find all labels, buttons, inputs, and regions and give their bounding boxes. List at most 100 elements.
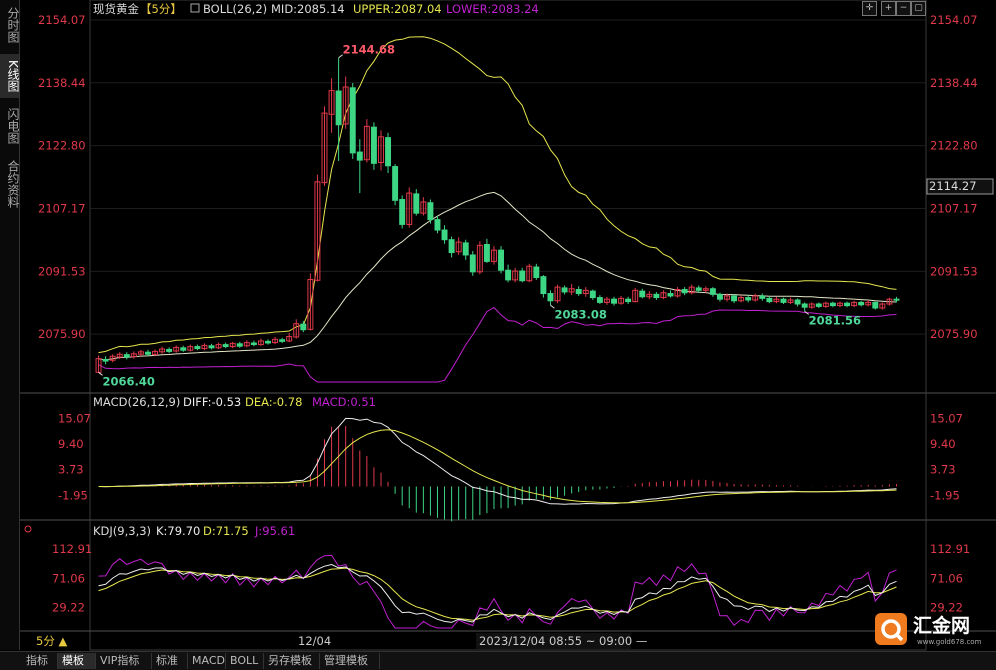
macd-diff-line <box>98 417 897 505</box>
macd-ytick-right: 15.07 <box>930 412 963 426</box>
candle-body <box>653 293 660 299</box>
candle-body <box>102 358 109 362</box>
bottom-tab-2[interactable]: VIP指标 <box>96 653 152 669</box>
candle-body <box>483 244 490 262</box>
candle-body <box>427 202 434 221</box>
macd-ytick-left: 9.40 <box>58 437 84 451</box>
bottom-tab-1[interactable]: 模板 <box>58 653 96 669</box>
zoom-out-icon[interactable]: − <box>896 1 911 16</box>
bottom-tab-4[interactable]: MACD <box>188 653 226 669</box>
boll-mid-line <box>98 191 897 361</box>
macd-value: MACD:0.51 <box>312 395 376 409</box>
period-button[interactable]: 5分 ▲ <box>36 634 67 648</box>
macd-diff: DIFF:-0.53 <box>183 395 241 409</box>
kdj-ytick-left: 29.22 <box>52 601 85 615</box>
candle-body <box>300 323 307 331</box>
boll-mid: MID:2085.14 <box>271 2 345 16</box>
indicator-box-icon[interactable] <box>190 3 200 13</box>
boll-upper: UPPER:2087.04 <box>353 2 442 16</box>
candle-body <box>780 298 787 303</box>
boll-upper-line <box>98 36 897 354</box>
zoom-in-icon[interactable]: + <box>881 1 896 16</box>
chart-canvas[interactable]: 现货黄金 【5分】 BOLL(26,2) MID:2085.14 UPPER:2… <box>0 0 996 651</box>
candle-body <box>441 229 448 241</box>
x-date-label: 12/04 <box>298 634 331 648</box>
kdj-ytick-left: 112.91 <box>52 542 92 556</box>
macd-ytick-left: 15.07 <box>58 412 91 426</box>
candle-body <box>392 166 399 201</box>
candle-body <box>766 297 773 303</box>
main-ytick-left: 2154.07 <box>38 13 86 27</box>
macd-ytick-left: 3.73 <box>58 463 84 477</box>
candle-body <box>462 242 469 256</box>
current-price: 2114.27 <box>929 179 977 193</box>
brand-logo: 汇金网 www.gold678.com <box>875 611 985 647</box>
candle-body <box>370 126 377 164</box>
candle-body <box>434 219 441 231</box>
main-ytick-left: 2091.53 <box>38 264 86 278</box>
restore-icon[interactable]: ▢ <box>911 1 926 16</box>
candle-body <box>561 287 568 293</box>
kdj-settings-icon[interactable] <box>24 525 32 533</box>
candle-body <box>794 299 801 305</box>
crosshair-icon[interactable]: ✛ <box>862 1 877 16</box>
candle-body <box>194 346 201 350</box>
candle-body <box>166 348 173 352</box>
candle-body <box>759 295 766 299</box>
candle-body <box>413 193 420 214</box>
period-label: 【5分】 <box>140 2 182 16</box>
bottom-tab-5[interactable]: BOLL <box>226 653 264 669</box>
kdj-d: D:71.75 <box>203 524 249 538</box>
candle-body <box>611 298 617 304</box>
kdj-ytick-left: 71.06 <box>52 571 85 585</box>
candle-body <box>681 289 688 294</box>
candle-body <box>356 151 363 161</box>
candle-body <box>589 290 596 299</box>
bottom-tab-7[interactable]: 管理模板 <box>320 653 380 669</box>
candle-body <box>596 297 603 303</box>
kdj-k-line <box>98 563 897 623</box>
candle-body <box>399 199 406 225</box>
bottom-tab-0[interactable]: 指标 <box>22 653 58 669</box>
bottom-tab-6[interactable]: 另存模板 <box>264 653 320 669</box>
price-annotation: 2144.68 <box>343 43 395 57</box>
candle-body <box>385 137 392 167</box>
candle-body <box>547 293 554 302</box>
candle-body <box>250 342 257 346</box>
candle-body <box>731 295 738 302</box>
main-ytick-right: 2107.17 <box>930 201 978 215</box>
candle-body <box>236 343 243 347</box>
candle-body <box>498 249 505 271</box>
candle-body <box>844 302 851 307</box>
candle-body <box>519 270 526 282</box>
candle-body <box>639 290 646 298</box>
candle-body <box>858 301 865 306</box>
main-ytick-left: 2138.44 <box>38 76 86 90</box>
main-ytick-right: 2138.44 <box>930 76 978 90</box>
candle-body <box>625 298 632 303</box>
macd-dea: DEA:-0.78 <box>245 395 302 409</box>
price-annotation: 2066.40 <box>103 374 155 388</box>
candle-body <box>448 239 455 254</box>
kdj-j-line <box>98 554 897 629</box>
main-ytick-right: 2075.90 <box>930 327 978 341</box>
main-ytick-left: 2075.90 <box>38 327 86 341</box>
candle-body <box>893 298 900 301</box>
candle-body <box>575 289 582 295</box>
candle-body <box>716 293 723 300</box>
candle-body <box>872 301 879 309</box>
price-annotation: 2081.56 <box>809 313 861 327</box>
candle-body <box>265 340 271 344</box>
crosshair-time: 2023/12/04 08:55 ~ 09:00 — <box>479 634 647 648</box>
macd-ytick-right: 3.73 <box>930 463 956 477</box>
candle-body <box>540 276 547 295</box>
candle-body <box>180 347 187 351</box>
boll-lower: LOWER:2083.24 <box>446 2 539 16</box>
bottom-tab-3[interactable]: 标准 <box>152 653 188 669</box>
kdj-k: K:79.70 <box>156 524 200 538</box>
kdj-ytick-right: 112.91 <box>930 542 970 556</box>
macd-ytick-right: -1.95 <box>930 488 960 502</box>
candle-body <box>709 288 716 295</box>
macd-dea-line <box>98 429 897 504</box>
candle-body <box>505 269 512 281</box>
